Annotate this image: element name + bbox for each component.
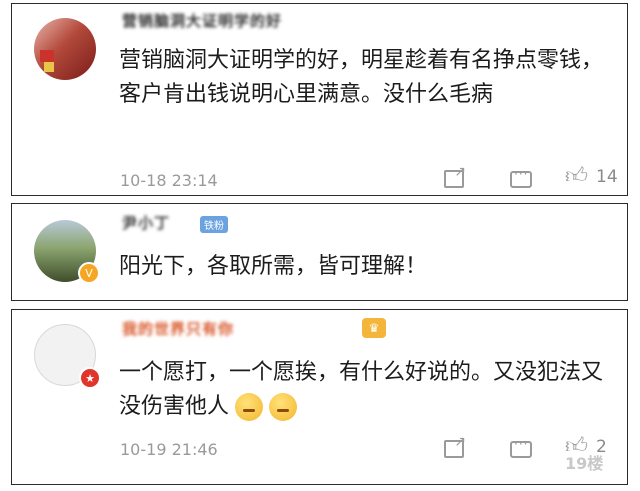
like-count: 14	[596, 167, 618, 187]
verified-badge-icon: V	[78, 262, 100, 284]
share-icon	[444, 164, 466, 188]
comment-card: 营销脑洞大证明学的好 营销脑洞大证明学的好，明星趁着有名挣点零钱，客户肯出钱说明…	[11, 3, 628, 196]
watermark: 19楼	[565, 454, 604, 473]
share-icon	[444, 434, 466, 458]
comment-card: ★ 我的世界只有你 ♛ 一个愿打，一个愿挨，有什么好说的。又没犯法又没伤害他人 …	[11, 309, 628, 485]
verified-badge-icon: ★	[79, 367, 101, 389]
comment-icon	[510, 437, 532, 458]
comment-button[interactable]	[510, 437, 532, 458]
crown-icon: ♛	[362, 318, 386, 338]
fan-tag: 铁粉	[200, 216, 228, 233]
thumbs-up-icon: 👍︎	[565, 164, 588, 189]
share-button[interactable]	[444, 164, 466, 188]
comment-text: 阳光下，各取所需，皆可理解！	[119, 254, 428, 279]
smirk-emoji-icon	[235, 393, 264, 421]
comment-text-body: 一个愿打，一个愿挨，有什么好说的。又没犯法又没伤害他人	[119, 360, 604, 419]
like-button[interactable]: 👍︎ 14	[565, 166, 618, 188]
comment-text: 营销脑洞大证明学的好，明星趁着有名挣点零钱，客户肯出钱说明心里满意。没什么毛病	[119, 48, 604, 107]
avatar[interactable]	[34, 18, 96, 80]
comment-icon	[510, 167, 532, 188]
username[interactable]: 尹小丁	[122, 212, 170, 233]
share-button[interactable]	[444, 434, 466, 458]
comment-text: 一个愿打，一个愿挨，有什么好说的。又没犯法又没伤害他人	[119, 356, 613, 424]
comment-card: V 尹小丁 铁粉 阳光下，各取所需，皆可理解！	[11, 203, 628, 301]
comment-button[interactable]	[510, 167, 532, 188]
username[interactable]: 营销脑洞大证明学的好	[122, 10, 282, 31]
timestamp: 10-19 21:46	[120, 440, 218, 459]
smile-emoji-icon	[269, 393, 298, 421]
timestamp: 10-18 23:14	[120, 171, 218, 190]
username[interactable]: 我的世界只有你	[122, 318, 234, 339]
